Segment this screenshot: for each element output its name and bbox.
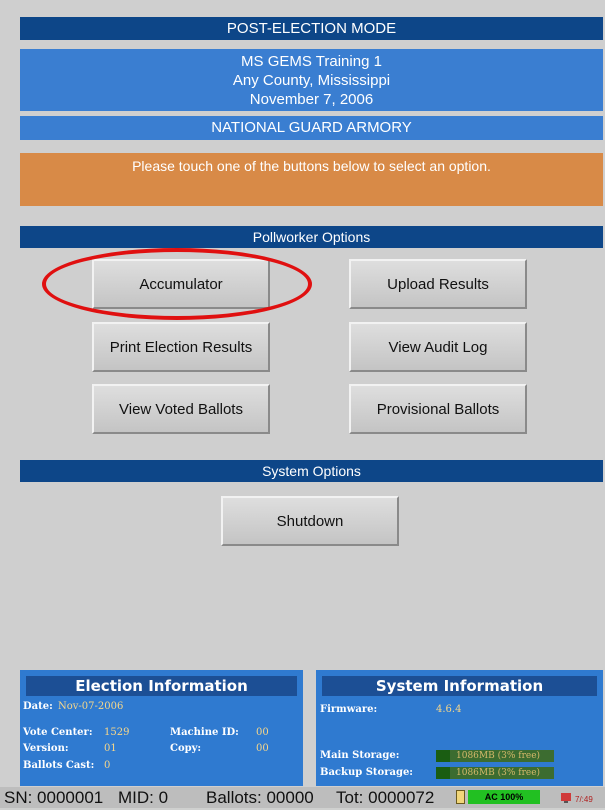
machine-id-status: MID: 0 [118, 788, 169, 807]
election-information-panel: Election Information Date: Nov-07-2006 V… [20, 670, 303, 786]
election-date: November 7, 2006 [249, 91, 374, 108]
firmware-label: Firmware: [320, 704, 378, 715]
ballots-cast-value: 0 [104, 760, 111, 771]
instruction-prompt: Please touch one of the buttons below to… [20, 153, 603, 206]
election-header: MS GEMS Training 1 Any County, Mississip… [20, 49, 603, 111]
status-bar: SN: 0000001 MID: 0 Ballots: 00000 Tot: 0… [0, 787, 605, 808]
version-label: Version: [23, 743, 69, 754]
system-information-title: System Information [322, 676, 597, 696]
backup-storage-fill [436, 767, 450, 779]
main-storage-label: Main Storage: [320, 750, 400, 761]
total-count: Tot: 0000072 [336, 788, 435, 807]
serial-number: SN: 0000001 [4, 788, 104, 807]
view-voted-ballots-button[interactable]: View Voted Ballots [92, 384, 270, 434]
version-value: 01 [104, 743, 117, 754]
date-value: Nov-07-2006 [58, 701, 124, 712]
shutdown-button[interactable]: Shutdown [221, 496, 399, 546]
system-options-header: System Options [20, 460, 603, 482]
copy-label: Copy: [170, 743, 202, 754]
election-information-title: Election Information [26, 676, 297, 696]
polling-location: NATIONAL GUARD ARMORY [20, 116, 603, 140]
ballots-count: Ballots: 00000 [206, 788, 314, 807]
backup-storage-label: Backup Storage: [320, 767, 413, 778]
copy-value: 00 [256, 743, 269, 754]
pollworker-options-header: Pollworker Options [20, 226, 603, 248]
main-storage-bar: 1086MB (3% free) [436, 750, 554, 762]
main-storage-value: 1086MB (3% free) [456, 751, 541, 761]
machine-id-value: 00 [256, 727, 269, 738]
election-name: MS GEMS Training 1 [241, 53, 382, 70]
view-audit-log-button[interactable]: View Audit Log [349, 322, 527, 372]
backup-storage-bar: 1086MB (3% free) [436, 767, 554, 779]
battery-icon [456, 790, 465, 804]
system-information-panel: System Information Firmware: 4.6.4 Main … [316, 670, 603, 786]
print-election-results-button[interactable]: Print Election Results [92, 322, 270, 372]
provisional-ballots-button[interactable]: Provisional Ballots [349, 384, 527, 434]
vote-center-label: Vote Center: [23, 727, 93, 738]
main-storage-fill [436, 750, 450, 762]
firmware-value: 4.6.4 [436, 704, 462, 715]
upload-results-button[interactable]: Upload Results [349, 259, 527, 309]
jurisdiction: Any County, Mississippi [232, 72, 391, 89]
voting-terminal-screen: POST-ELECTION MODE MS GEMS Training 1 An… [0, 0, 605, 808]
accumulator-button[interactable]: Accumulator [92, 259, 270, 309]
power-indicator: AC 100% [468, 790, 540, 804]
machine-id-label: Machine ID: [170, 727, 239, 738]
clock: 7/:49 [575, 795, 593, 804]
network-icon [561, 793, 571, 803]
backup-storage-value: 1086MB (3% free) [456, 768, 541, 778]
mode-banner: POST-ELECTION MODE [20, 17, 603, 40]
vote-center-value: 1529 [104, 727, 130, 738]
date-label: Date: [23, 701, 53, 712]
ballots-cast-label: Ballots Cast: [23, 760, 95, 771]
